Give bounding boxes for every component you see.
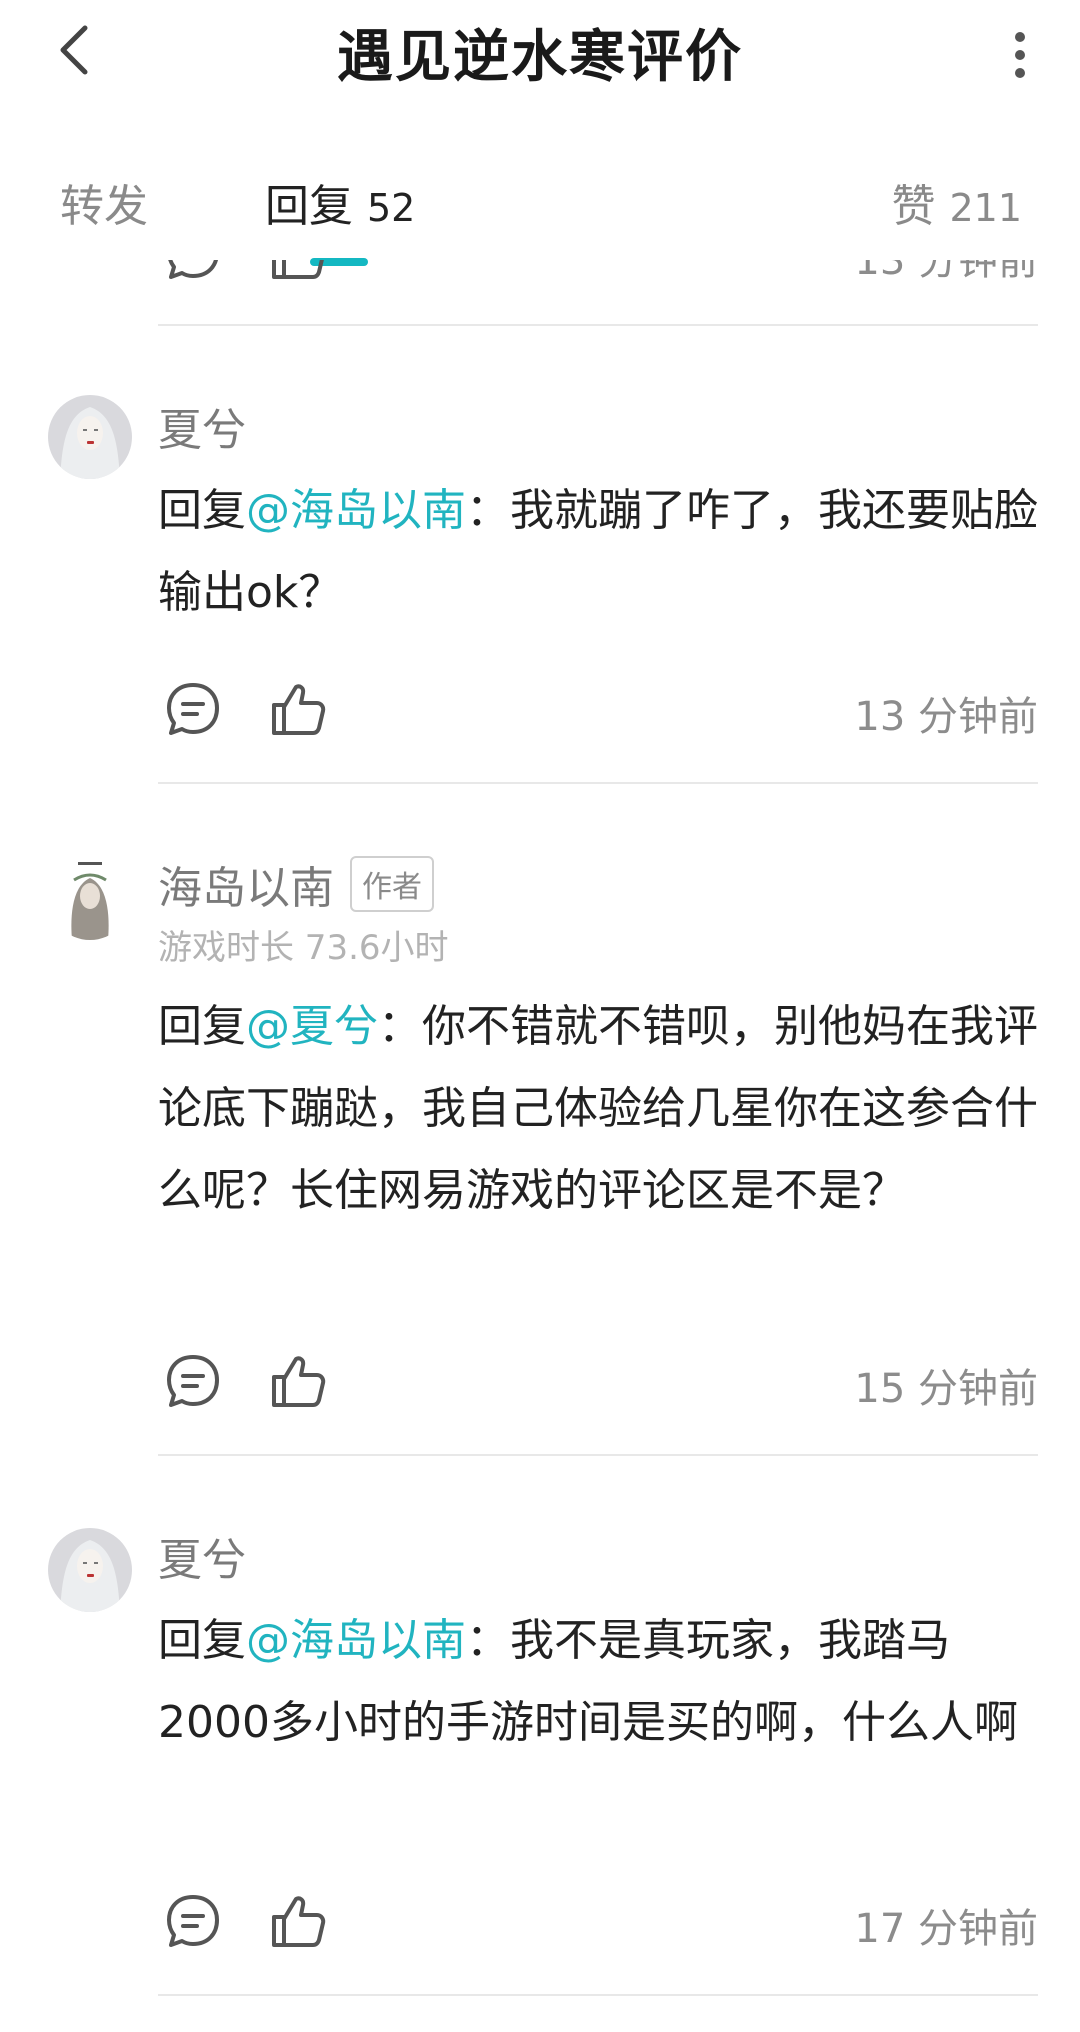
tab-reply[interactable]: 回复 52 [265,170,415,234]
tab-reply-count: 52 [367,186,416,230]
comment-text: 回复@海岛以南：我不是真玩家，我踏马2000多小时的手游时间是买的啊，什么人啊 [158,1600,1038,1764]
comment-text: 回复@海岛以南：我就蹦了咋了，我还要贴脸输出ok？ [158,470,1038,634]
avatar-image [48,1528,132,1612]
avatar-image [48,395,132,479]
avatar-image [48,856,132,940]
comment-actions: 17 分钟前 [158,1886,1038,1956]
reply-button[interactable] [158,1346,228,1416]
comment-timestamp: 13 分钟前 [854,260,1038,284]
comment-item: 夏兮 回复@海岛以南：我不是真玩家，我踏马2000多小时的手游时间是买的啊，什么… [0,1458,1080,1998]
author-badge: 作者 [350,856,434,912]
comment-actions: 13 分钟前 [158,674,1038,744]
comment-timestamp: 15 分钟前 [854,1366,1038,1412]
avatar[interactable] [48,1528,132,1612]
like-button[interactable] [263,1346,333,1416]
comment-author-row: 夏兮 [158,1524,246,1588]
comment-item: 13 分钟前 [0,260,1080,328]
thumbs-up-icon [272,1356,326,1407]
avatar[interactable] [48,395,132,479]
comment-actions: 13 分钟前 [158,260,1038,288]
tab-bar: 转发 回复 52 赞 211 [0,150,1080,266]
comment-author[interactable]: 夏兮 [158,1524,246,1588]
tab-forward[interactable]: 转发 [60,170,148,234]
comment-timestamp: 13 分钟前 [854,694,1038,740]
mention-link[interactable]: @海岛以南 [246,485,466,536]
comment-bubble-icon [167,1355,219,1407]
comment-item: 海岛以南 作者 游戏时长 73.6小时 回复@夏兮：你不错就不错呗，别他妈在我评… [0,786,1080,1458]
reply-button[interactable] [158,260,228,288]
tab-like[interactable]: 赞 211 [891,170,1022,234]
more-vertical-icon [1015,32,1025,78]
more-options-button[interactable] [990,20,1050,90]
tab-reply-label: 回复 [265,181,353,232]
back-button[interactable] [40,15,110,85]
comment-divider [158,1454,1038,1456]
thumbs-up-icon [272,1896,326,1947]
reply-button[interactable] [158,674,228,744]
reply-button[interactable] [158,1886,228,1956]
comment-divider [158,324,1038,326]
reply-prefix: 回复 [158,1615,246,1666]
comment-bubble-icon [168,260,218,279]
like-button[interactable] [263,1886,333,1956]
thumbs-up-icon [272,684,326,735]
comment-author[interactable]: 海岛以南 [158,852,334,916]
comment-actions: 15 分钟前 [158,1346,1038,1416]
tab-forward-label: 转发 [60,181,148,232]
mention-link[interactable]: @夏兮 [246,1001,378,1052]
comment-item: 夏兮 回复@海岛以南：我就蹦了咋了，我还要贴脸输出ok？ 13 分钟前 [0,328,1080,786]
avatar[interactable] [48,856,132,940]
page-title: 遇见逆水寒评价 [337,25,743,90]
mention-link[interactable]: @海岛以南 [246,1615,466,1666]
comment-author-row: 夏兮 [158,394,246,458]
playtime-label: 游戏时长 73.6小时 [158,928,449,968]
reply-prefix: 回复 [158,485,246,536]
like-button[interactable] [263,260,333,288]
tab-like-label: 赞 [891,181,936,232]
thumbs-up-icon [272,260,324,279]
comment-list[interactable]: 13 分钟前 夏兮 回复@海岛以南：我就蹦了咋了，我还要贴脸输出ok？ 13 分… [0,260,1080,2032]
comment-author[interactable]: 夏兮 [158,394,246,458]
comment-divider [158,782,1038,784]
comment-timestamp: 17 分钟前 [854,1906,1038,1952]
tab-like-count: 211 [949,186,1022,230]
like-button[interactable] [263,674,333,744]
comment-text: 回复@夏兮：你不错就不错呗，别他妈在我评论底下蹦跶，我自己体验给几星你在这参合什… [158,986,1038,1232]
comment-author-row: 海岛以南 作者 [158,852,434,916]
chevron-left-icon [60,25,88,75]
top-app-bar: 遇见逆水寒评价 [0,0,1080,110]
reply-prefix: 回复 [158,1001,246,1052]
comment-bubble-icon [167,1895,219,1947]
comment-bubble-icon [167,683,219,735]
comment-divider [158,1994,1038,1996]
